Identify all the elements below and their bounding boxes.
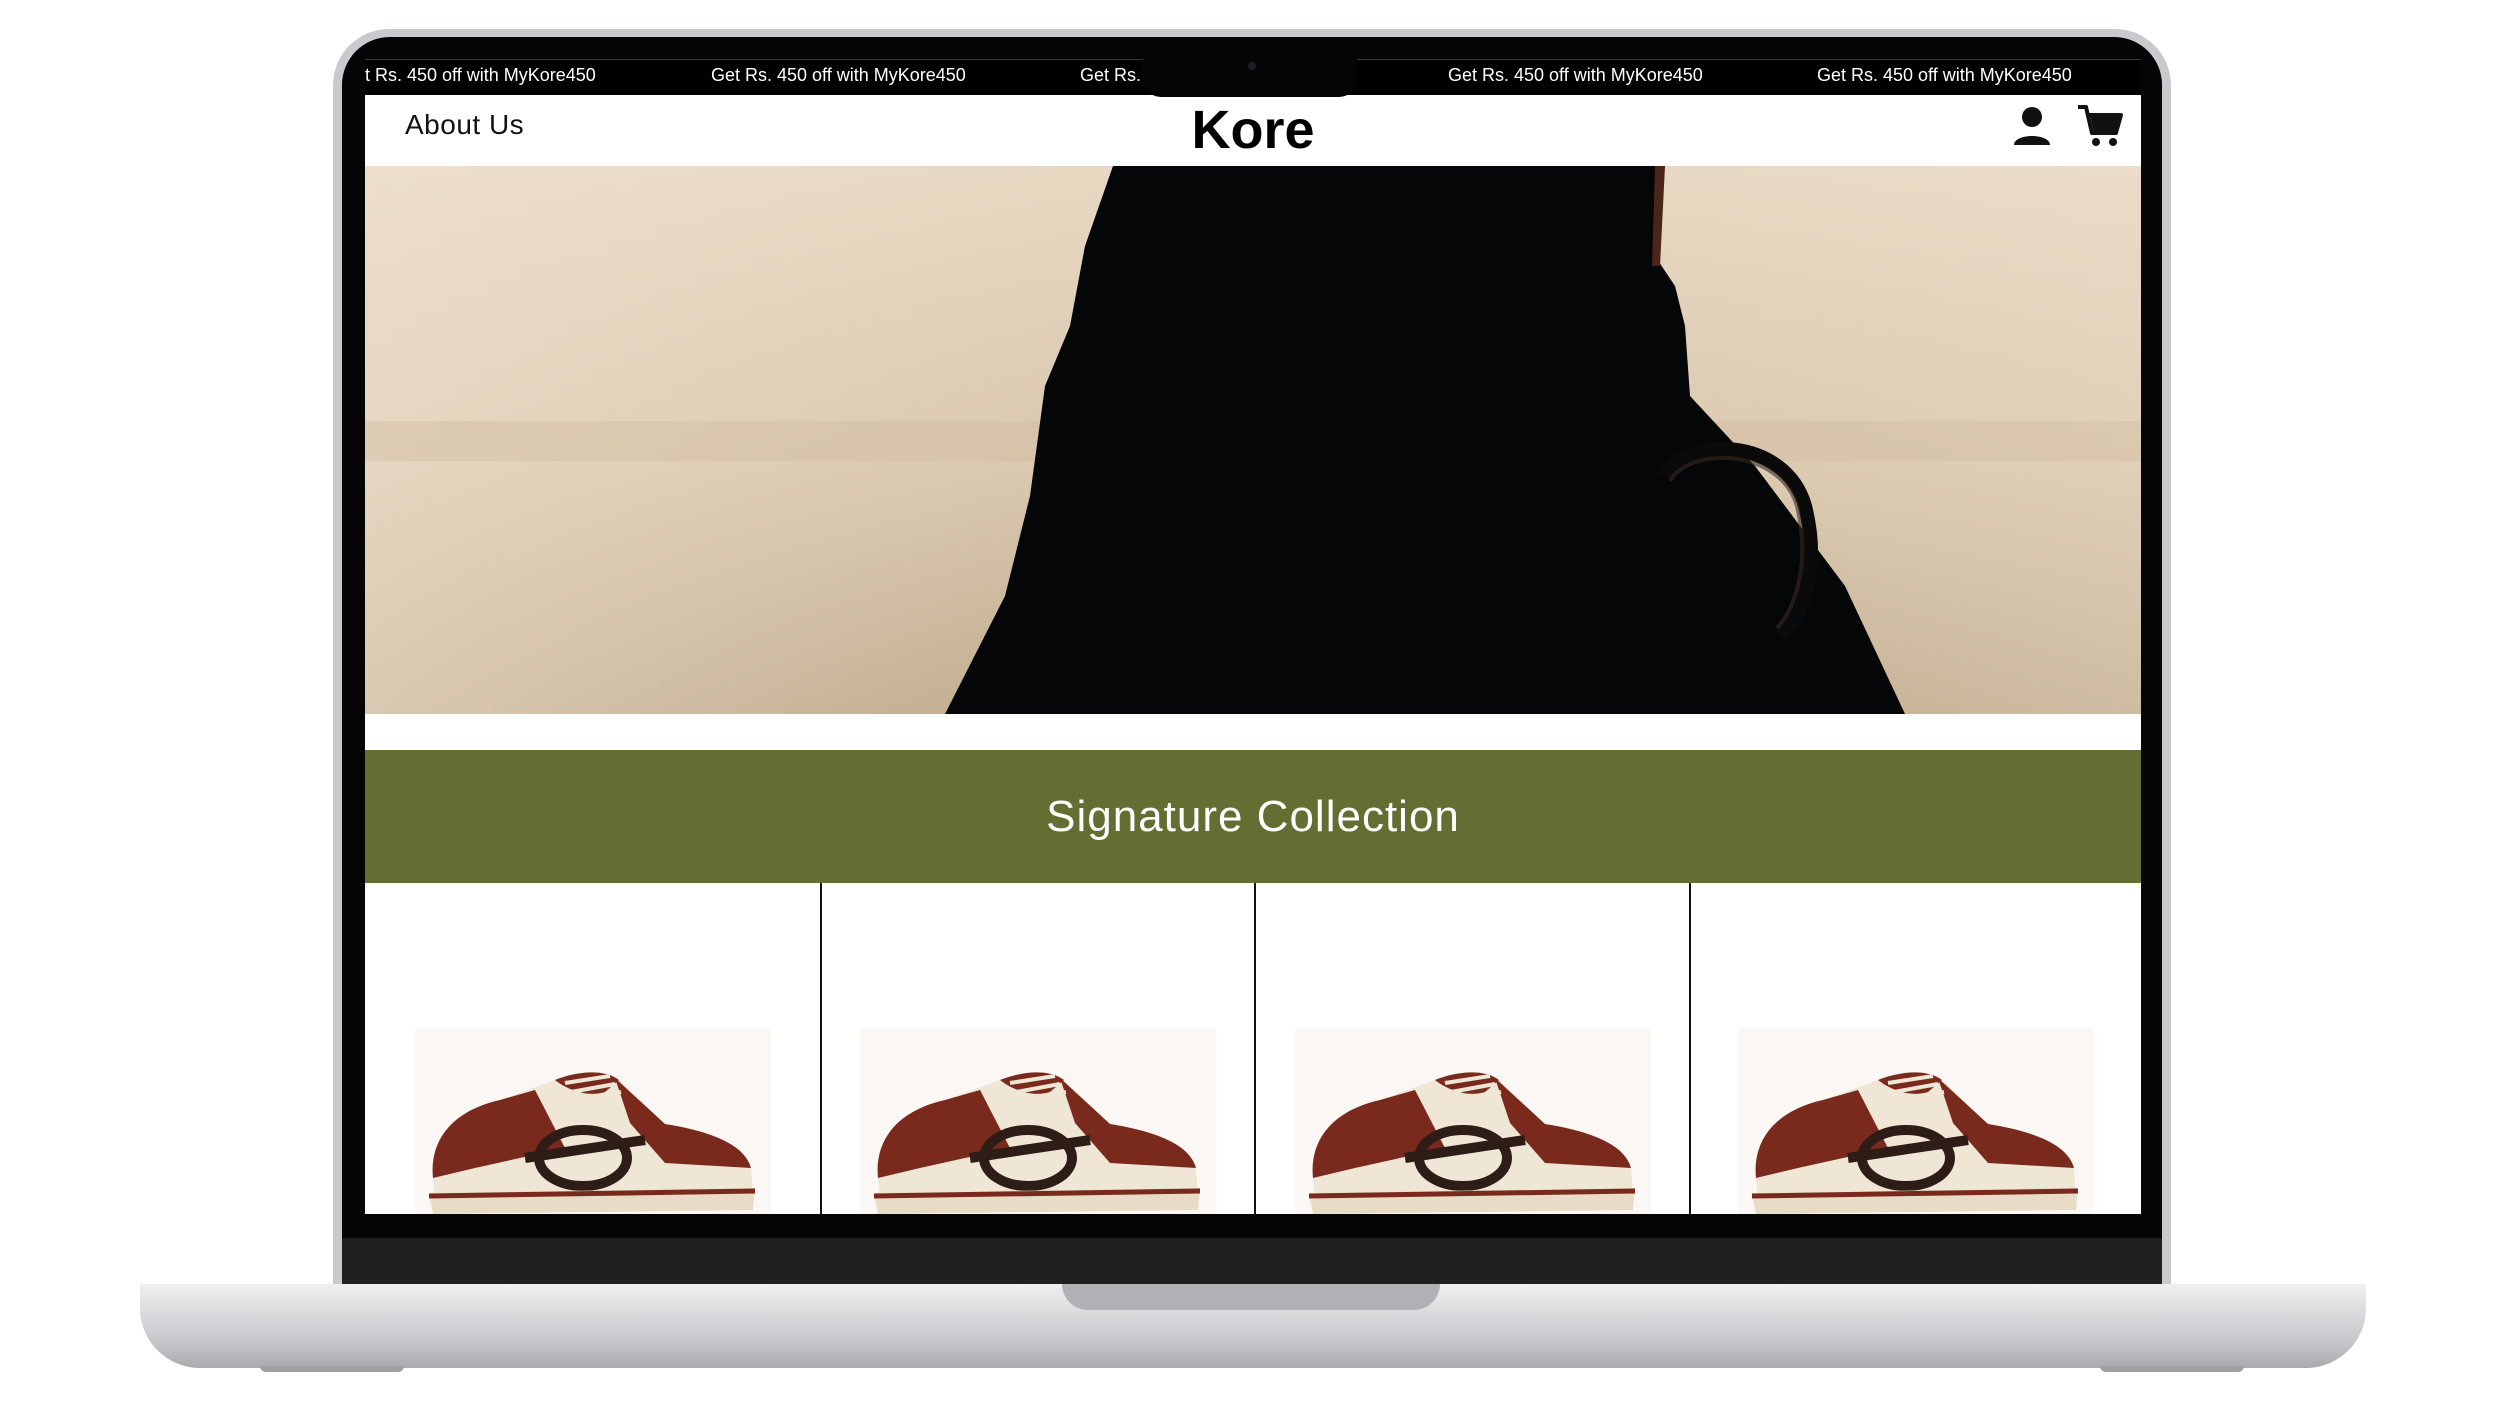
laptop-foot [260, 1366, 404, 1372]
site-header: About Us Kore [365, 95, 2141, 166]
sneaker-image [1308, 1072, 1635, 1214]
laptop-hinge [342, 1238, 2162, 1284]
promo-item: Get Rs. [1080, 65, 1142, 85]
section-title: Signature Collection [365, 750, 2141, 883]
promo-item: t Rs. 450 off with MyKore450 [365, 65, 596, 85]
user-icon[interactable] [2012, 105, 2052, 147]
promo-item: Get Rs. 450 off with MyKore450 [1448, 65, 1703, 85]
product-photo [414, 1028, 771, 1214]
brand-logo[interactable]: Kore [365, 99, 2141, 161]
sneaker-image [873, 1072, 1201, 1214]
product-card[interactable] [365, 883, 820, 1214]
product-photo [1294, 1028, 1651, 1214]
sneaker-image [428, 1072, 755, 1214]
hero-image [365, 166, 2141, 714]
product-card[interactable] [820, 883, 1254, 1214]
cart-icon[interactable] [2076, 103, 2124, 149]
laptop-opening-notch [1062, 1284, 1440, 1310]
product-grid [365, 883, 2141, 1214]
bezel-bottom [342, 1214, 2162, 1238]
hero-banner [365, 166, 2141, 714]
product-photo [860, 1028, 1216, 1214]
promo-item: Get Rs. 450 off with MyKore450 [1817, 65, 2072, 85]
laptop-foot [2100, 1366, 2244, 1372]
product-photo [1738, 1028, 2094, 1214]
browser-screen: t Rs. 450 off with MyKore450 Get Rs. 450… [365, 57, 2141, 1214]
sneaker-image [1751, 1072, 2079, 1214]
camera-icon [1248, 62, 1256, 70]
product-card[interactable] [1689, 883, 2141, 1214]
product-card[interactable] [1254, 883, 1689, 1214]
promo-item: Get Rs. 450 off with MyKore450 [711, 65, 966, 85]
